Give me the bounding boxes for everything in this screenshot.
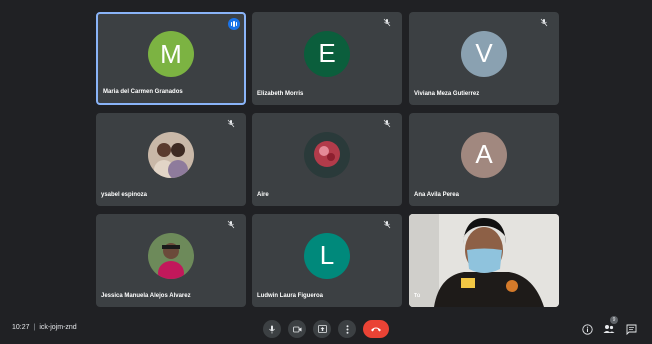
- participant-name: Elizabeth Morris: [257, 91, 304, 97]
- participant-tile-viviana[interactable]: V Viviana Meza Gutierrez: [409, 12, 559, 105]
- mic-off-icon: [226, 220, 236, 230]
- participant-name: Ludwin Laura Figueroa: [257, 293, 324, 299]
- participant-name: Tú: [414, 293, 421, 299]
- participant-tile-aire[interactable]: Aire: [252, 113, 402, 206]
- participant-tile-elizabeth[interactable]: E Elizabeth Morris: [252, 12, 402, 105]
- participant-name: Ana Avila Perea: [414, 192, 459, 198]
- people-count-badge: 9: [610, 316, 618, 324]
- people-icon: [603, 325, 615, 333]
- more-vert-icon: [346, 324, 348, 334]
- participant-tile-ysabel[interactable]: ysabel espinoza: [96, 113, 246, 206]
- avatar: E: [304, 30, 350, 77]
- mic-icon: [269, 325, 275, 333]
- participant-name: Maria del Carmen Granados: [103, 89, 183, 95]
- mic-off-icon: [539, 18, 549, 28]
- avatar: L: [304, 232, 350, 279]
- avatar: M: [148, 31, 194, 78]
- meeting-code: ick-jojm-znd: [39, 324, 77, 331]
- participant-name: Aire: [257, 192, 269, 198]
- participant-tile-jessica[interactable]: Jessica Manuela Alejos Alvarez: [96, 214, 246, 307]
- meeting-info: 10:27 | ick-jojm-znd: [12, 324, 77, 331]
- speaking-indicator-icon: [228, 18, 240, 30]
- mic-off-icon: [382, 18, 392, 28]
- people-button[interactable]: 9: [602, 316, 618, 336]
- mic-off-icon: [382, 119, 392, 129]
- mic-off-icon: [226, 119, 236, 129]
- photo-avatar: [148, 131, 194, 178]
- participant-name: Viviana Meza Gutierrez: [414, 91, 480, 97]
- participant-tile-ana[interactable]: A Ana Avila Perea: [409, 113, 559, 206]
- separator: |: [33, 324, 36, 331]
- microphone-button[interactable]: [263, 320, 281, 338]
- meeting-details-button[interactable]: [580, 322, 594, 336]
- participant-tile-maria[interactable]: M Maria del Carmen Granados: [96, 12, 246, 105]
- avatar: V: [461, 30, 507, 77]
- clock-time: 10:27: [12, 324, 30, 331]
- info-icon: [581, 323, 593, 335]
- phone-hangup-icon: [371, 327, 381, 332]
- participant-tile-self[interactable]: Tú: [409, 214, 559, 307]
- more-options-button[interactable]: [338, 320, 356, 338]
- present-screen-icon: [317, 325, 327, 333]
- participant-tile-ludwin[interactable]: L Ludwin Laura Figueroa: [252, 214, 402, 307]
- mic-off-icon: [382, 220, 392, 230]
- chat-button[interactable]: [624, 322, 638, 336]
- bottom-bar: 10:27 | ick-jojm-znd 9: [0, 314, 652, 344]
- camera-button[interactable]: [288, 320, 306, 338]
- self-video-feed: [409, 214, 559, 307]
- participant-name: ysabel espinoza: [101, 192, 148, 198]
- present-screen-button[interactable]: [313, 320, 331, 338]
- video-camera-icon: [292, 326, 301, 332]
- photo-avatar: [148, 232, 194, 279]
- photo-avatar: [304, 131, 350, 178]
- end-call-button[interactable]: [363, 320, 389, 338]
- chat-icon: [626, 324, 636, 335]
- participant-name: Jessica Manuela Alejos Alvarez: [101, 293, 191, 299]
- avatar: A: [461, 131, 507, 178]
